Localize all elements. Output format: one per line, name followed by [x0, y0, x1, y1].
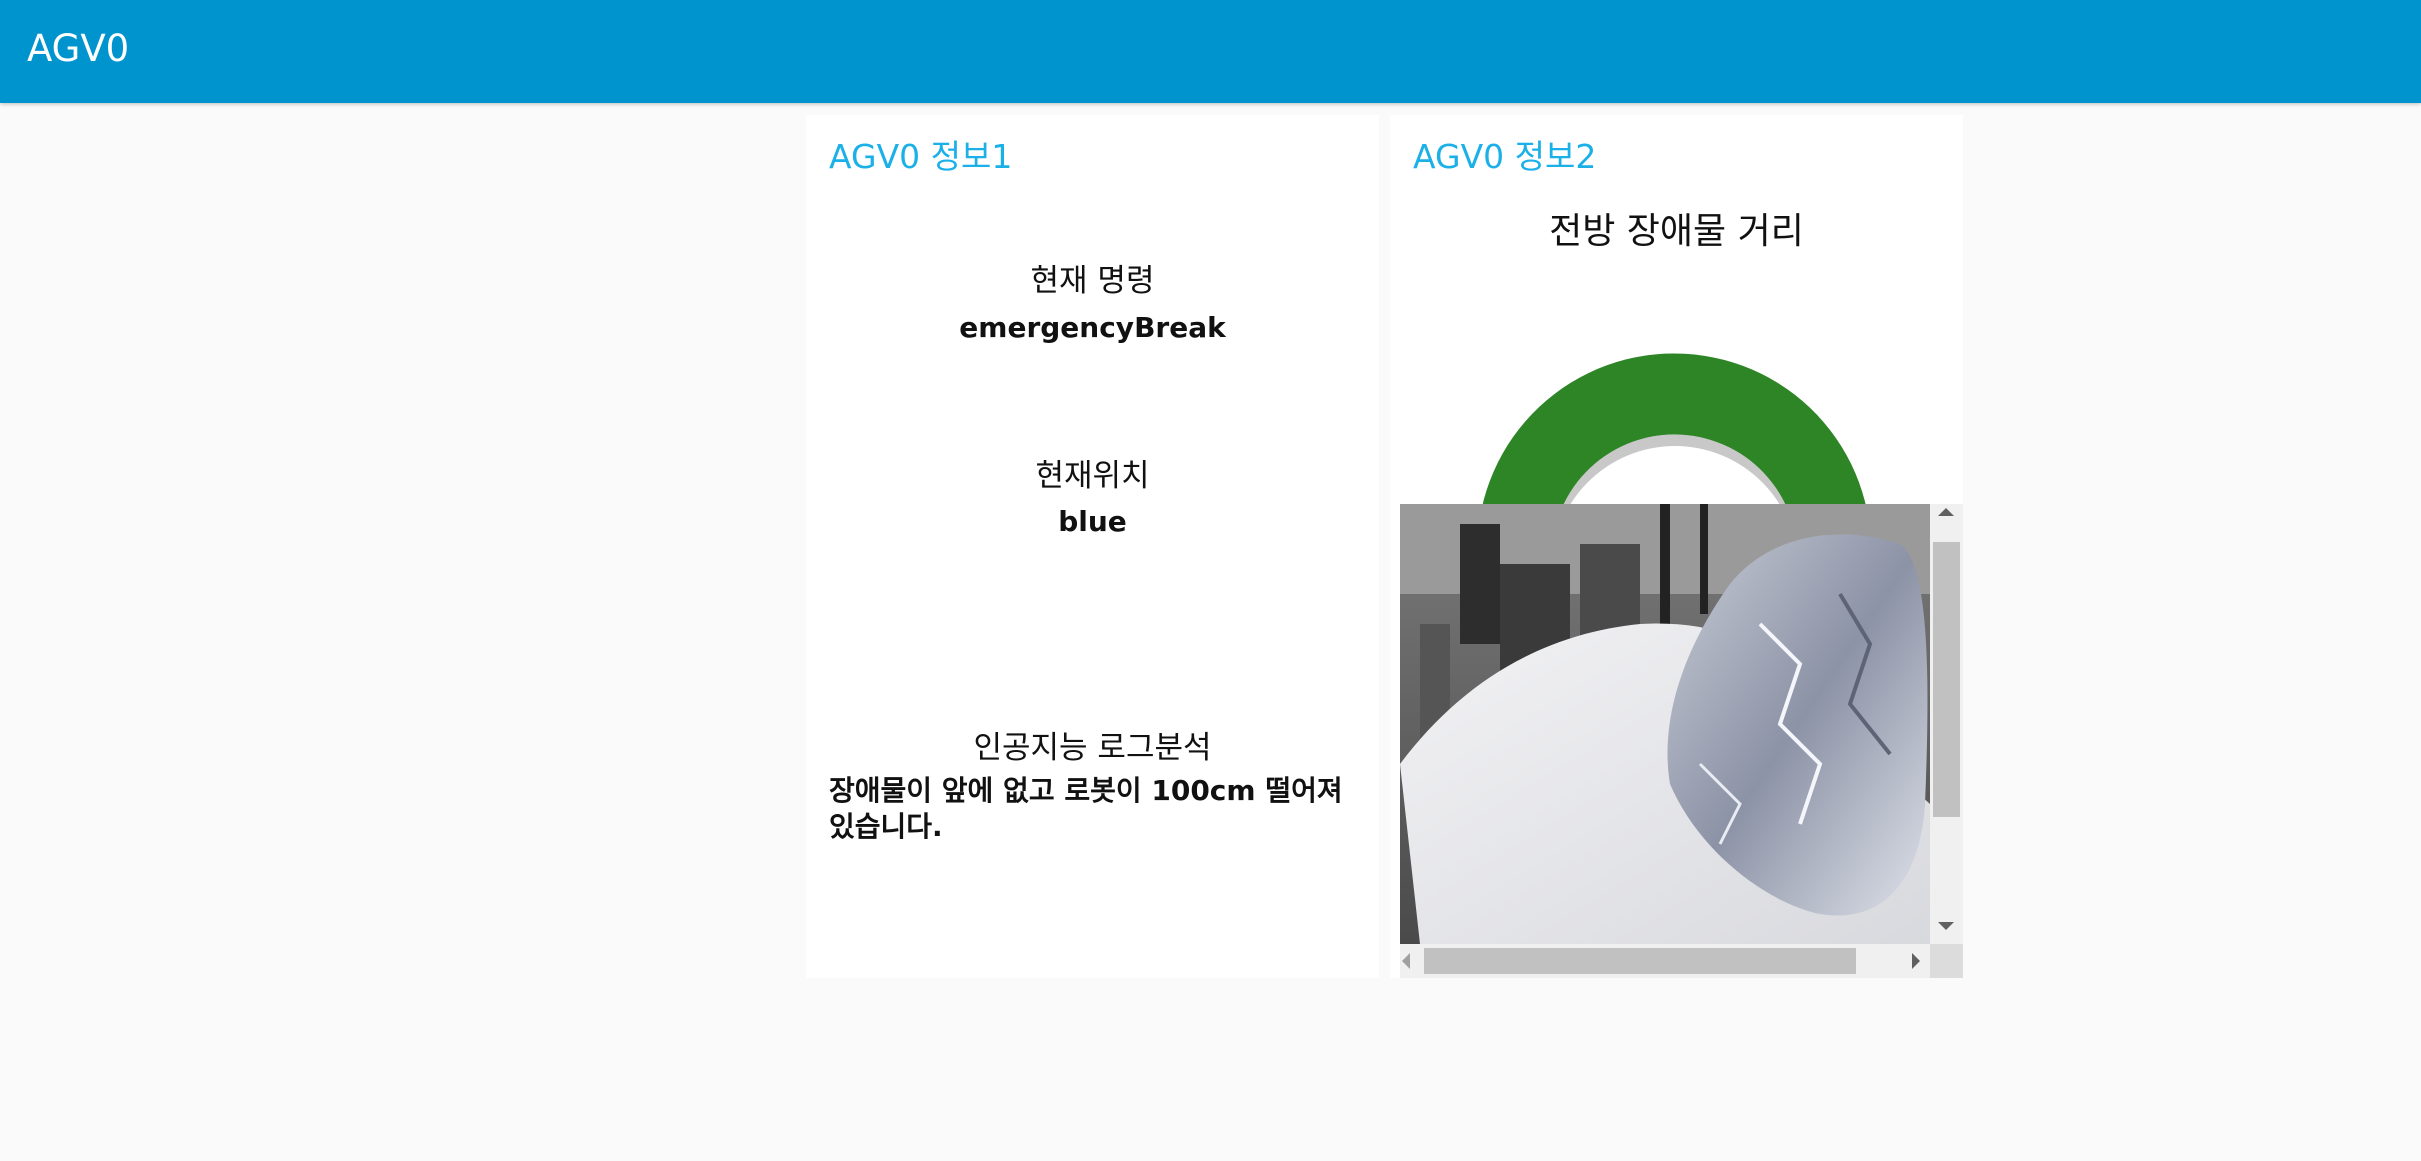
camera-frame[interactable] [1400, 504, 1963, 978]
command-label: 현재 명령 [1030, 263, 1155, 299]
horizontal-scrollbar[interactable] [1400, 944, 1930, 978]
app-title: AGV0 [27, 27, 130, 70]
command-value: emergencyBreak [959, 311, 1226, 344]
position-label: 현재위치 [1035, 458, 1150, 494]
info-card-1: AGV0 정보1 현재 명령 emergencyBreak 현재위치 blue … [806, 115, 1379, 978]
scroll-up-arrow-icon[interactable] [1938, 508, 1954, 516]
horizontal-scroll-thumb[interactable] [1424, 948, 1856, 974]
ai-log-text: 장애물이 앞에 없고 로봇이 100cm 떨어져 있습니다. [829, 774, 1343, 843]
scroll-left-arrow-icon[interactable] [1402, 953, 1410, 969]
scroll-right-arrow-icon[interactable] [1912, 953, 1920, 969]
card-title: AGV0 정보1 [829, 137, 1013, 176]
ai-log-label: 인공지능 로그분석 [973, 730, 1212, 766]
vertical-scroll-thumb[interactable] [1933, 542, 1960, 817]
top-bar: AGV0 [0, 0, 2421, 103]
card-title: AGV0 정보2 [1413, 137, 1597, 176]
scroll-down-arrow-icon[interactable] [1938, 922, 1954, 930]
vertical-scrollbar[interactable] [1930, 504, 1963, 944]
scroll-corner [1930, 944, 1963, 978]
info-card-2: AGV0 정보2 전방 장애물 거리 97 units 0 100 [1390, 115, 1963, 978]
position-value: blue [1058, 505, 1127, 538]
camera-feed-image [1400, 504, 1930, 944]
